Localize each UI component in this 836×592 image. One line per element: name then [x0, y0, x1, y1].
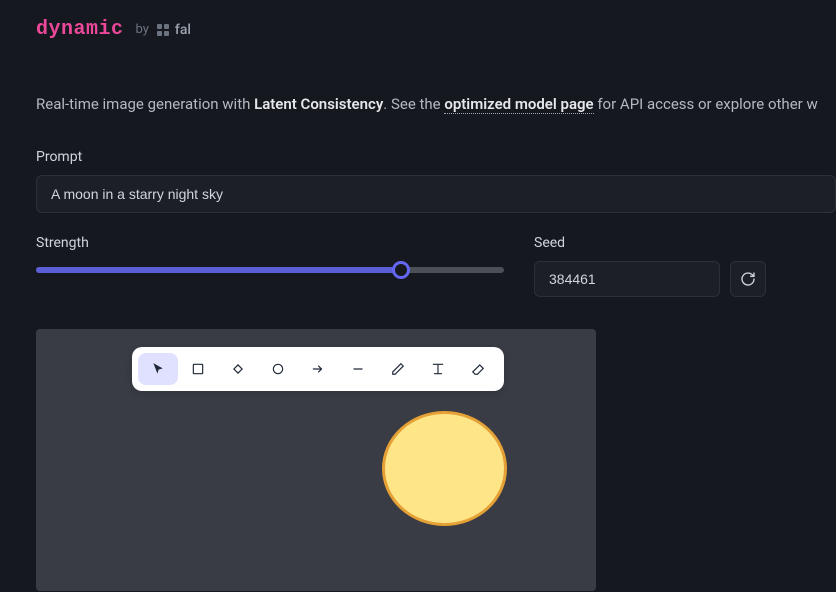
fal-logo[interactable]: fal — [157, 22, 191, 38]
tool-diamond[interactable] — [218, 353, 258, 385]
prompt-label: Prompt — [36, 149, 800, 165]
square-icon — [191, 362, 205, 376]
intro-strong: Latent Consistency — [254, 95, 383, 113]
seed-group: Seed — [534, 235, 766, 297]
seed-input[interactable] — [534, 261, 720, 297]
tool-pencil[interactable] — [378, 353, 418, 385]
tool-line[interactable] — [338, 353, 378, 385]
main-content: Real-time image generation with Latent C… — [0, 59, 836, 591]
intro-text: Real-time image generation with Latent C… — [36, 95, 800, 113]
seed-refresh-button[interactable] — [730, 261, 766, 297]
fal-dots-icon — [157, 24, 169, 36]
controls-row: Strength Seed — [36, 235, 800, 297]
tool-eraser[interactable] — [458, 353, 498, 385]
pointer-icon — [151, 362, 165, 376]
slider-fill — [36, 267, 401, 273]
arrow-icon — [311, 362, 325, 376]
model-page-link[interactable]: optimized model page — [444, 95, 593, 114]
tool-arrow[interactable] — [298, 353, 338, 385]
pencil-icon — [391, 362, 405, 376]
strength-label: Strength — [36, 235, 504, 251]
strength-group: Strength — [36, 235, 504, 297]
fal-label: fal — [175, 22, 191, 38]
by-text: by — [136, 22, 149, 37]
tool-circle[interactable] — [258, 353, 298, 385]
eraser-icon — [471, 362, 485, 376]
diamond-icon — [231, 362, 245, 376]
header: dynamic by fal — [0, 0, 836, 59]
tool-select[interactable] — [138, 353, 178, 385]
prompt-input[interactable] — [36, 175, 836, 213]
tool-rectangle[interactable] — [178, 353, 218, 385]
app-logo: dynamic — [36, 18, 124, 41]
prompt-group: Prompt — [36, 149, 800, 213]
canvas-shape-moon[interactable] — [382, 411, 507, 526]
refresh-icon — [740, 271, 756, 287]
line-icon — [351, 362, 365, 376]
tool-text[interactable] — [418, 353, 458, 385]
strength-slider[interactable] — [36, 267, 504, 273]
canvas-area[interactable] — [36, 329, 596, 591]
text-icon — [431, 362, 445, 376]
seed-label: Seed — [534, 235, 766, 251]
circle-icon — [271, 362, 285, 376]
drawing-toolbar — [132, 347, 504, 391]
slider-thumb[interactable] — [392, 261, 410, 279]
